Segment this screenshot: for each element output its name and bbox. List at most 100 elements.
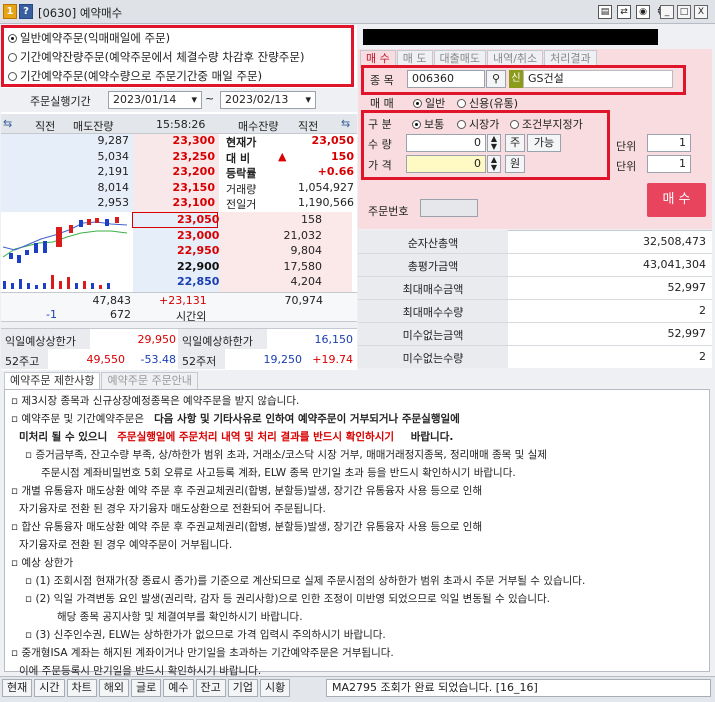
ask-row[interactable]: 8,014 23,150 — [1, 181, 219, 197]
buy-button[interactable]: 매 수 — [647, 183, 706, 217]
bottom-btn-balance[interactable]: 잔고 — [195, 679, 226, 697]
bottom-btn-global[interactable]: 글로 — [131, 679, 162, 697]
trade-option-credit[interactable]: 신용(유통) — [457, 95, 518, 111]
available-qty-button[interactable]: 가능 — [527, 134, 561, 152]
radio-selected-icon — [8, 34, 17, 43]
bid-row[interactable]: 23,050 158 — [133, 213, 352, 229]
radio-selected-icon — [413, 99, 422, 108]
orderbook-prev-icon[interactable]: ⇆ — [3, 117, 12, 130]
tab-restrictions[interactable]: 예약주문 제한사항 — [4, 372, 101, 390]
bottom-btn-deposit[interactable]: 예수 — [163, 679, 194, 697]
trade-label: 매 매 — [370, 97, 394, 110]
total-ask: 47,843 — [92, 294, 132, 307]
order-type-period-daily[interactable]: 기간예약주문(예약수량으로 주문기간중 매일 주문) — [8, 67, 304, 86]
search-icon[interactable]: ⚲ — [486, 70, 506, 88]
clipboard-icon[interactable]: ▤ — [598, 5, 612, 19]
bottom-btn-current[interactable]: 현재 — [2, 679, 33, 697]
price-unit-button[interactable]: 원 — [505, 155, 525, 173]
bottom-btn-overseas[interactable]: 해외 — [98, 679, 129, 697]
price-info: 현재가 23,050 대 비 ▲ 150 등락률 +0.66 거래량 1,054,927 … — [220, 134, 356, 212]
notice-line: 자기융자로 전환 된 경우 자기융자 매도상환으로 전환되어 주문됩니다. — [19, 503, 326, 515]
lower-limit-label: 익일예상하한가 — [182, 335, 253, 348]
lower-limit-value: 16,150 — [314, 333, 354, 346]
link-icon[interactable]: ⇄ — [617, 5, 631, 19]
bid-row[interactable]: 22,900 17,580 — [133, 260, 352, 276]
qty-label: 수 량 — [368, 138, 392, 151]
ask-list: 9,287 23,300 5,034 23,250 2,191 23,200 8,01… — [1, 134, 219, 212]
notice-line: 해당 종목 공지사항 및 체결여부를 확인하시기 바랍니다. — [57, 611, 303, 623]
notice-line: ▫ (1) 조회시점 현재가(장 종료시 종가)를 기준으로 계산되므로 실제 … — [25, 575, 586, 587]
order-type-period-remain[interactable]: 기간예약잔량주문(예약주문에서 체결수량 차감후 잔량주문) — [8, 48, 304, 67]
notice-line: ▫ 예약주문 및 기간예약주문은 다음 사항 및 기타사유로 인하여 예약주문이… — [11, 413, 460, 425]
radio-icon — [510, 120, 519, 129]
credit-badge: 신 — [509, 70, 523, 88]
orderbook-header-col: 매수잔량 — [238, 120, 279, 133]
unit-input-2[interactable]: 1 — [647, 155, 691, 173]
bottom-btn-chart[interactable]: 차트 — [66, 679, 97, 697]
stock-code-input[interactable]: 006360 — [407, 70, 485, 88]
after-hours-label: 시간외 — [176, 310, 207, 323]
ask-row[interactable]: 2,953 23,100 — [1, 196, 219, 212]
bottom-btn-time[interactable]: 시간 — [34, 679, 65, 697]
account-rows: 순자산총액 32,508,473 총평가금액 43,041,304 최대매수금액 52… — [358, 231, 712, 369]
notice-line: ▫ (3) 신주인수권, ELW는 상하한가가 없으므로 가격 입력시 주의하시… — [25, 629, 386, 641]
bid-row[interactable]: 22,850 4,204 — [133, 275, 352, 291]
bottom-btn-market[interactable]: 시황 — [260, 679, 291, 697]
end-date-input[interactable]: 2023/02/13 ▾ — [220, 91, 316, 109]
qty-input[interactable]: 0 — [406, 134, 486, 152]
order-no-input[interactable] — [420, 199, 478, 217]
calendar-dropdown-icon[interactable]: ▾ — [305, 92, 311, 108]
minimize-button[interactable]: _ — [660, 5, 674, 19]
window-title: [0630] 예약매수 — [38, 6, 123, 20]
w52-low-rate: +19.74 — [312, 353, 353, 366]
info-change: 대 비 ▲ 150 — [226, 149, 354, 165]
title-tools: ▤ ⇄ ◉ ⚙ — [598, 5, 669, 19]
notice-line: 주문시점 계좌비밀번호 5회 오류로 사고등록 계좌, ELW 종목 만기일 초… — [41, 467, 516, 479]
status-message: MA2795 조회가 완료 되었습니다. [16_16] — [326, 679, 711, 697]
calendar-dropdown-icon[interactable]: ▾ — [191, 92, 197, 108]
notice-panel: ▫ 제3시장 종목과 신규상장예정종목은 예약주문을 받지 않습니다. ▫ 예약… — [4, 389, 710, 677]
bottom-btn-company[interactable]: 기업 — [227, 679, 258, 697]
info-volume: 거래량 1,054,927 — [226, 180, 354, 196]
ask-row[interactable]: 9,287 23,300 — [1, 134, 219, 150]
bid-list: 23,050 158 23,000 21,032 22,950 9,804 22,90… — [133, 213, 352, 291]
qty-unit-button[interactable]: 주 — [505, 134, 525, 152]
account-row: 총평가금액 43,041,304 — [358, 254, 712, 277]
orderbook-header-col: 직전 — [35, 120, 56, 133]
ask-row[interactable]: 5,034 23,250 — [1, 150, 219, 166]
type-option-conditional[interactable]: 조건부지정가 — [510, 116, 583, 132]
unit-input-1[interactable]: 1 — [647, 134, 691, 152]
unit-label-1: 단위 — [616, 140, 637, 153]
type-option-normal[interactable]: 보통 — [412, 116, 444, 132]
orderbook-total: 47,843 +23,131 70,974 — [1, 292, 357, 307]
type-option-market[interactable]: 시장가 — [457, 116, 499, 132]
bid-row[interactable]: 22,950 9,804 — [133, 244, 352, 260]
ask-row[interactable]: 2,191 23,200 — [1, 165, 219, 181]
notice-line: ▫ 예상 상한가 — [11, 557, 74, 569]
orderbook-header-col: 매도잔량 — [73, 120, 114, 133]
qty-stepper[interactable]: ▲ ▼ — [487, 134, 501, 152]
tab-guide[interactable]: 예약주문 주문안내 — [101, 372, 198, 390]
help-icon[interactable]: ? — [19, 4, 33, 19]
window-controls: _ □ X — [660, 5, 708, 19]
close-button[interactable]: X — [694, 5, 708, 19]
w52-high-label: 52주고 — [5, 355, 40, 368]
order-type-group: 일반예약주문(익매매일에 주문) 기간예약잔량주문(예약주문에서 체결수량 차감… — [8, 29, 304, 86]
radio-icon — [8, 53, 17, 62]
trade-option-normal[interactable]: 일반 — [413, 95, 445, 111]
notice-line: 자기융자로 전환 된 경우 예약주문이 거부됩니다. — [19, 539, 233, 551]
radio-icon — [8, 72, 17, 81]
bottom-ask: 672 — [110, 308, 131, 321]
bid-row[interactable]: 23,000 21,032 — [133, 229, 352, 245]
orderbook-header: ⇆ 직전 매도잔량 15:58:26 매수잔량 직전 ⇆ — [1, 114, 357, 134]
start-date-input[interactable]: 2023/01/14 ▾ — [108, 91, 202, 109]
camera-icon[interactable]: ◉ — [636, 5, 650, 19]
maximize-button[interactable]: □ — [677, 5, 691, 19]
price-stepper[interactable]: ▲ ▼ — [487, 155, 501, 173]
info-prev-volume: 전일거 1,190,566 — [226, 196, 354, 211]
price-input[interactable]: 0 — [406, 155, 486, 173]
period-label: 주문실행기간 — [30, 95, 91, 108]
orderbook-next-icon[interactable]: ⇆ — [341, 117, 350, 130]
order-type-normal[interactable]: 일반예약주문(익매매일에 주문) — [8, 29, 304, 48]
total-bid: 70,974 — [284, 294, 324, 307]
